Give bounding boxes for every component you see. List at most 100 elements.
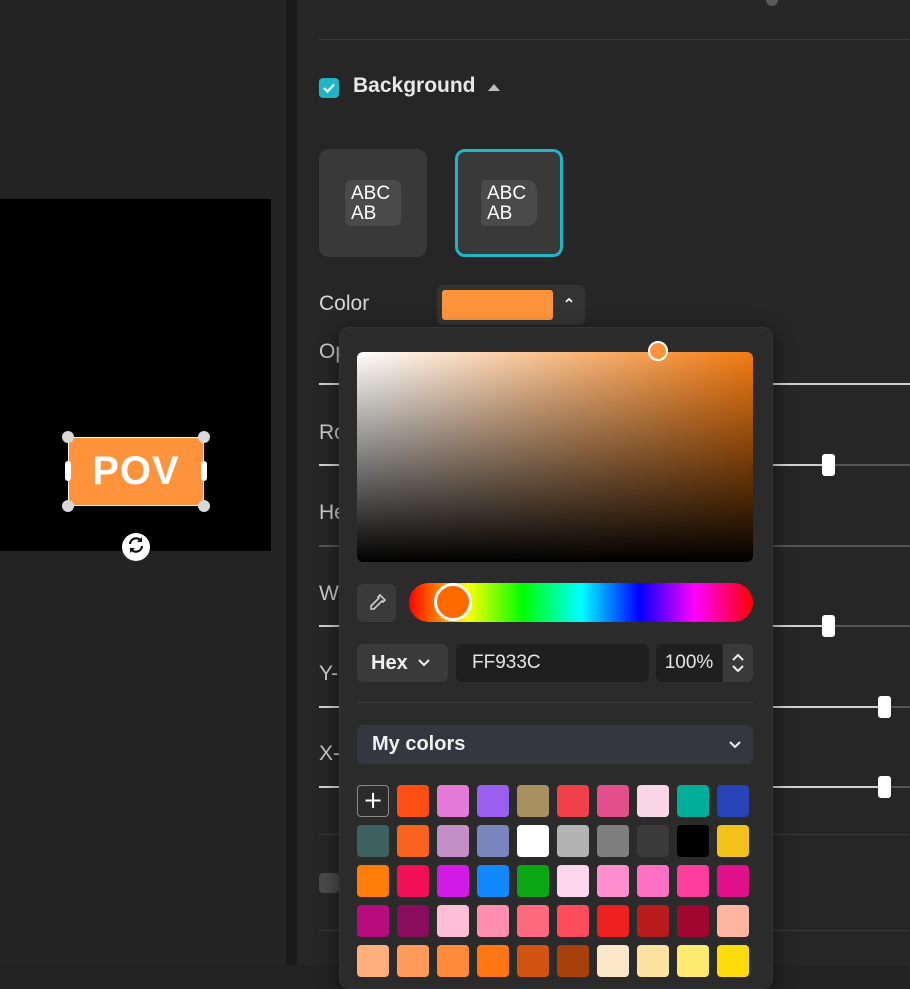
text-overlay[interactable]: POV: [68, 437, 204, 506]
palette-select[interactable]: My colors: [357, 725, 753, 764]
current-color-swatch[interactable]: [442, 290, 553, 320]
hex-input[interactable]: FF933C: [456, 644, 649, 682]
style-preview-line1: ABC: [487, 183, 527, 204]
x-offset-slider-thumb[interactable]: [878, 776, 891, 798]
color-swatch[interactable]: [397, 785, 429, 817]
collapse-caret-icon[interactable]: [488, 84, 500, 91]
style-preview-line1: ABC: [351, 183, 391, 204]
width-slider-thumb[interactable]: [822, 615, 835, 637]
resize-handle-bottom-right[interactable]: [198, 500, 210, 512]
color-format-select[interactable]: Hex: [357, 644, 448, 682]
color-swatch[interactable]: [477, 945, 509, 977]
color-swatch[interactable]: [637, 785, 669, 817]
color-swatch[interactable]: [437, 785, 469, 817]
style-preview-line2: AB: [351, 203, 377, 224]
color-swatch[interactable]: [717, 785, 749, 817]
background-checkbox[interactable]: [319, 78, 339, 98]
eyedropper-icon: [369, 593, 386, 610]
color-swatch[interactable]: [437, 905, 469, 937]
color-swatch[interactable]: [717, 825, 749, 857]
color-swatch[interactable]: [717, 945, 749, 977]
color-swatch[interactable]: [677, 825, 709, 857]
color-swatch[interactable]: [397, 825, 429, 857]
chevron-down-icon[interactable]: [732, 665, 744, 673]
color-swatch[interactable]: [717, 905, 749, 937]
color-swatch[interactable]: [557, 945, 589, 977]
color-swatch[interactable]: [397, 865, 429, 897]
eyedropper-button[interactable]: [357, 584, 396, 622]
color-swatch[interactable]: [597, 945, 629, 977]
resize-handle-left[interactable]: [65, 461, 71, 481]
saturation-value-area[interactable]: [357, 352, 753, 562]
color-swatch[interactable]: [437, 945, 469, 977]
swatch-grid: +: [357, 785, 753, 977]
add-color-button[interactable]: +: [357, 785, 389, 817]
saturation-value-knob[interactable]: [648, 341, 668, 361]
y-offset-slider-thumb[interactable]: [878, 696, 891, 718]
color-swatch[interactable]: [637, 945, 669, 977]
color-swatch[interactable]: [357, 825, 389, 857]
rotate-icon: [126, 535, 146, 559]
color-swatch[interactable]: [517, 905, 549, 937]
resize-handle-top-right[interactable]: [198, 431, 210, 443]
color-swatch[interactable]: [597, 905, 629, 937]
color-swatch[interactable]: [477, 865, 509, 897]
color-swatch[interactable]: [637, 905, 669, 937]
color-swatch[interactable]: [597, 785, 629, 817]
style-preview-line2: AB: [487, 203, 513, 224]
style-preview: ABC AB: [481, 180, 537, 226]
color-swatch[interactable]: [677, 785, 709, 817]
color-swatch[interactable]: [437, 825, 469, 857]
chevron-up-icon[interactable]: ⌃: [558, 294, 580, 316]
check-icon: [323, 83, 335, 94]
color-format-label: Hex: [371, 651, 408, 674]
section-divider: [319, 39, 910, 40]
color-label: Color: [319, 292, 370, 315]
color-swatch[interactable]: [557, 865, 589, 897]
color-swatch[interactable]: [637, 865, 669, 897]
color-swatch[interactable]: [357, 945, 389, 977]
roundness-slider-thumb[interactable]: [822, 454, 835, 476]
panel-divider[interactable]: [286, 0, 297, 965]
color-swatch[interactable]: [717, 865, 749, 897]
width-slider-track[interactable]: [829, 625, 910, 627]
color-swatch[interactable]: [517, 865, 549, 897]
resize-handle-top-left[interactable]: [62, 431, 74, 443]
color-swatch[interactable]: [517, 825, 549, 857]
chevron-up-icon[interactable]: [732, 653, 744, 661]
background-style-option-2[interactable]: ABC AB: [455, 149, 563, 257]
background-style-option-1[interactable]: ABC AB: [319, 149, 427, 257]
color-swatch[interactable]: [357, 905, 389, 937]
resize-handle-right[interactable]: [201, 461, 207, 481]
color-swatch[interactable]: [677, 945, 709, 977]
color-swatch[interactable]: [517, 945, 549, 977]
color-swatch[interactable]: [677, 905, 709, 937]
color-swatch[interactable]: [437, 865, 469, 897]
color-swatch[interactable]: [397, 945, 429, 977]
color-swatch[interactable]: [477, 905, 509, 937]
alpha-stepper[interactable]: [723, 644, 753, 682]
chevron-down-icon: [417, 659, 430, 667]
palette-label: My colors: [372, 733, 466, 755]
color-swatch[interactable]: [557, 785, 589, 817]
section-title[interactable]: Background: [353, 74, 476, 98]
alpha-input[interactable]: 100%: [656, 644, 722, 682]
color-swatch[interactable]: [397, 905, 429, 937]
width-label: W: [319, 582, 339, 605]
color-swatch[interactable]: [597, 865, 629, 897]
roundness-slider-track[interactable]: [829, 464, 910, 466]
color-swatch[interactable]: [557, 825, 589, 857]
color-swatch[interactable]: [597, 825, 629, 857]
color-swatch[interactable]: [517, 785, 549, 817]
next-section-checkbox[interactable]: [319, 873, 339, 893]
y-offset-label: Y-: [319, 662, 339, 685]
color-swatch[interactable]: [557, 905, 589, 937]
hue-slider-knob[interactable]: [434, 583, 472, 621]
color-swatch[interactable]: [637, 825, 669, 857]
rotate-handle[interactable]: [122, 533, 150, 561]
color-swatch[interactable]: [677, 865, 709, 897]
color-swatch[interactable]: [357, 865, 389, 897]
resize-handle-bottom-left[interactable]: [62, 500, 74, 512]
color-swatch[interactable]: [477, 785, 509, 817]
color-swatch[interactable]: [477, 825, 509, 857]
